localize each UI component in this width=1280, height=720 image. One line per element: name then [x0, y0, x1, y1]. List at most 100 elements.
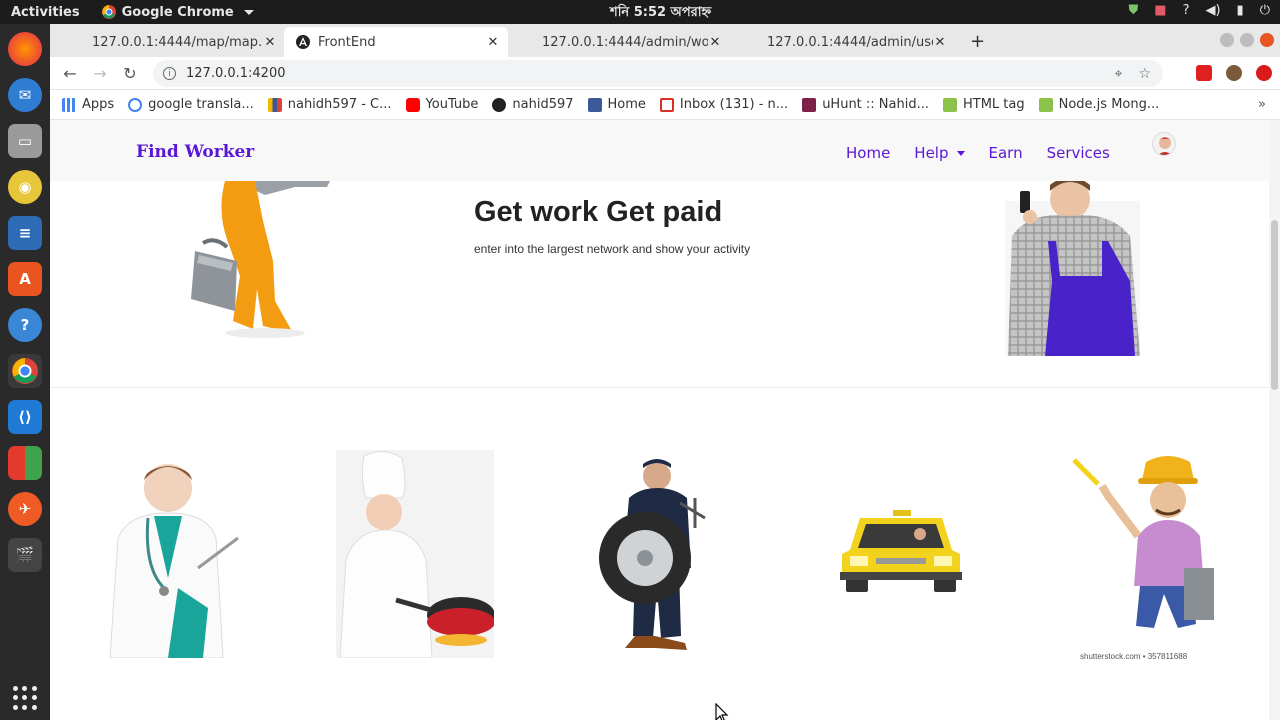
- new-tab-button[interactable]: +: [970, 31, 985, 52]
- bookmark-github[interactable]: nahid597: [492, 97, 574, 112]
- avatar[interactable]: [1152, 132, 1176, 156]
- handyman-image[interactable]: [1068, 456, 1228, 636]
- taxi-image[interactable]: [838, 510, 964, 594]
- nav-label: Services: [1046, 144, 1110, 162]
- bookmark-label: Apps: [82, 97, 115, 112]
- close-window-button[interactable]: [1260, 33, 1274, 47]
- software-center-icon[interactable]: A: [8, 262, 42, 296]
- tab-admin-workers[interactable]: 127.0.0.1:4444/admin/wo... ✕: [530, 27, 730, 57]
- help-icon[interactable]: ?: [1183, 3, 1190, 18]
- page-scrollbar[interactable]: [1269, 120, 1280, 720]
- mouse-cursor-icon: [715, 703, 729, 720]
- bookmark-nahidh597[interactable]: nahidh597 - C...: [267, 97, 392, 112]
- chrome-icon: [101, 5, 116, 19]
- toolbar: ← → ↻ i 127.0.0.1:4200 ⌖ ☆: [50, 57, 1280, 90]
- reload-icon[interactable]: ↻: [115, 64, 145, 83]
- system-tray[interactable]: ⛊ ■ ? ◀) ▮ ⏻: [1129, 3, 1271, 18]
- tab-map[interactable]: 127.0.0.1:4444/map/map... ✕: [80, 27, 285, 57]
- mechanic-image[interactable]: [595, 458, 715, 653]
- writer-icon[interactable]: ≡: [8, 216, 42, 250]
- app-menu[interactable]: Google Chrome: [101, 4, 254, 20]
- nav-label: Home: [846, 144, 891, 162]
- files-icon[interactable]: ▭: [8, 124, 42, 158]
- uhunt-icon: [802, 97, 817, 112]
- close-icon[interactable]: ✕: [933, 35, 947, 50]
- thunderbird-icon[interactable]: ✉: [8, 78, 42, 112]
- tab-admin-users[interactable]: 127.0.0.1:4444/admin/use... ✕: [755, 27, 955, 57]
- info-icon[interactable]: i: [163, 67, 176, 80]
- maximize-button[interactable]: [1240, 33, 1254, 47]
- power-icon[interactable]: ⏻: [1260, 3, 1270, 18]
- tab-title: 127.0.0.1:4444/map/map...: [92, 34, 263, 50]
- bookmark-apps[interactable]: Apps: [62, 97, 114, 112]
- chef-image[interactable]: [336, 450, 494, 658]
- nav-help-dropdown[interactable]: Help: [914, 144, 965, 162]
- back-icon[interactable]: ←: [55, 64, 85, 83]
- activities-button[interactable]: Activities: [11, 5, 80, 20]
- forward-icon[interactable]: →: [85, 64, 115, 83]
- shield-icon[interactable]: ⛊: [1129, 3, 1139, 18]
- close-icon[interactable]: ✕: [486, 35, 500, 50]
- tab-frontend[interactable]: FrontEnd ✕: [284, 27, 508, 57]
- address-bar[interactable]: i 127.0.0.1:4200 ⌖ ☆: [153, 60, 1163, 87]
- rhythmbox-icon[interactable]: ◉: [8, 170, 42, 204]
- bookmark-label: YouTube: [425, 97, 479, 112]
- image-credit: shutterstock.com • 357811688: [1080, 652, 1188, 661]
- video-editor-icon[interactable]: 🎬: [8, 538, 42, 572]
- scrollbar-thumb[interactable]: [1271, 220, 1278, 390]
- show-applications-icon[interactable]: [13, 686, 37, 710]
- tab-title: 127.0.0.1:4444/admin/use...: [767, 34, 933, 50]
- youtube-extension-icon[interactable]: [1196, 65, 1212, 81]
- minimize-button[interactable]: [1220, 33, 1234, 47]
- postman-icon[interactable]: ✈: [8, 492, 42, 526]
- chrome-dock-icon[interactable]: [8, 354, 42, 388]
- star-icon[interactable]: ☆: [1138, 66, 1151, 82]
- close-icon[interactable]: ✕: [263, 35, 277, 50]
- firefox-icon[interactable]: [8, 32, 42, 66]
- hero-subtitle: enter into the largest network and show …: [474, 242, 751, 256]
- doctor-image[interactable]: [98, 458, 248, 658]
- bookmark-html-tag[interactable]: HTML tag: [943, 97, 1025, 112]
- profile-icon[interactable]: [1226, 65, 1242, 81]
- workspace-icon[interactable]: [8, 446, 42, 480]
- site-navbar: Find Worker Home Help Earn Services: [50, 120, 1269, 181]
- launcher-dock: ✉ ▭ ◉ ≡ A ? ⟨⟩ ✈ 🎬: [0, 24, 50, 720]
- more-bookmarks-icon[interactable]: »: [1258, 97, 1266, 112]
- nav-earn[interactable]: Earn: [989, 144, 1023, 162]
- bookmark-google-translate[interactable]: google transla...: [128, 97, 254, 112]
- bookmark-facebook-home[interactable]: Home: [587, 97, 646, 112]
- vscode-icon[interactable]: ⟨⟩: [8, 400, 42, 434]
- brand-link[interactable]: Find Worker: [136, 142, 254, 162]
- location-icon[interactable]: ⌖: [1115, 66, 1123, 82]
- nav-services[interactable]: Services: [1047, 144, 1110, 162]
- youtube-icon: [405, 97, 420, 112]
- battery-icon[interactable]: ▮: [1237, 3, 1244, 18]
- window-controls: [1220, 33, 1274, 47]
- bookmark-gmail[interactable]: Inbox (131) - n...: [659, 97, 789, 112]
- nav-label: Help: [914, 144, 949, 162]
- clock[interactable]: শনি 5:52 অপরাহ্ন: [610, 3, 711, 24]
- bookmark-label: Inbox (131) - n...: [679, 97, 789, 112]
- extensions: [1196, 65, 1272, 81]
- hero-section: Get work Get paid enter into the largest…: [50, 181, 1269, 388]
- close-icon[interactable]: ✕: [708, 35, 722, 50]
- nav-home[interactable]: Home: [846, 144, 890, 162]
- bookmark-label: Home: [607, 97, 646, 112]
- bookmark-uhunt[interactable]: uHunt :: Nahid...: [802, 97, 929, 112]
- bookmark-nodejs-mongo[interactable]: Node.js Mong...: [1038, 97, 1159, 112]
- bookmark-youtube[interactable]: YouTube: [405, 97, 479, 112]
- caret-down-icon: [956, 150, 965, 156]
- volume-icon[interactable]: ◀): [1205, 3, 1220, 18]
- help-app-icon[interactable]: ?: [8, 308, 42, 342]
- worker-with-radio-image: [1005, 181, 1140, 356]
- nav-label: Earn: [988, 144, 1023, 162]
- github-icon: [492, 97, 507, 112]
- os-top-bar: Activities Google Chrome শনি 5:52 অপরাহ্…: [0, 0, 1280, 24]
- bookmark-label: nahidh597 - C...: [287, 97, 392, 112]
- bookmark-label: nahid597: [512, 97, 574, 112]
- app-name: Google Chrome: [121, 4, 234, 20]
- google-icon: [128, 97, 143, 112]
- extension-red-icon[interactable]: [1256, 65, 1272, 81]
- facebook-icon: [587, 97, 602, 112]
- camera-icon[interactable]: ■: [1154, 3, 1166, 18]
